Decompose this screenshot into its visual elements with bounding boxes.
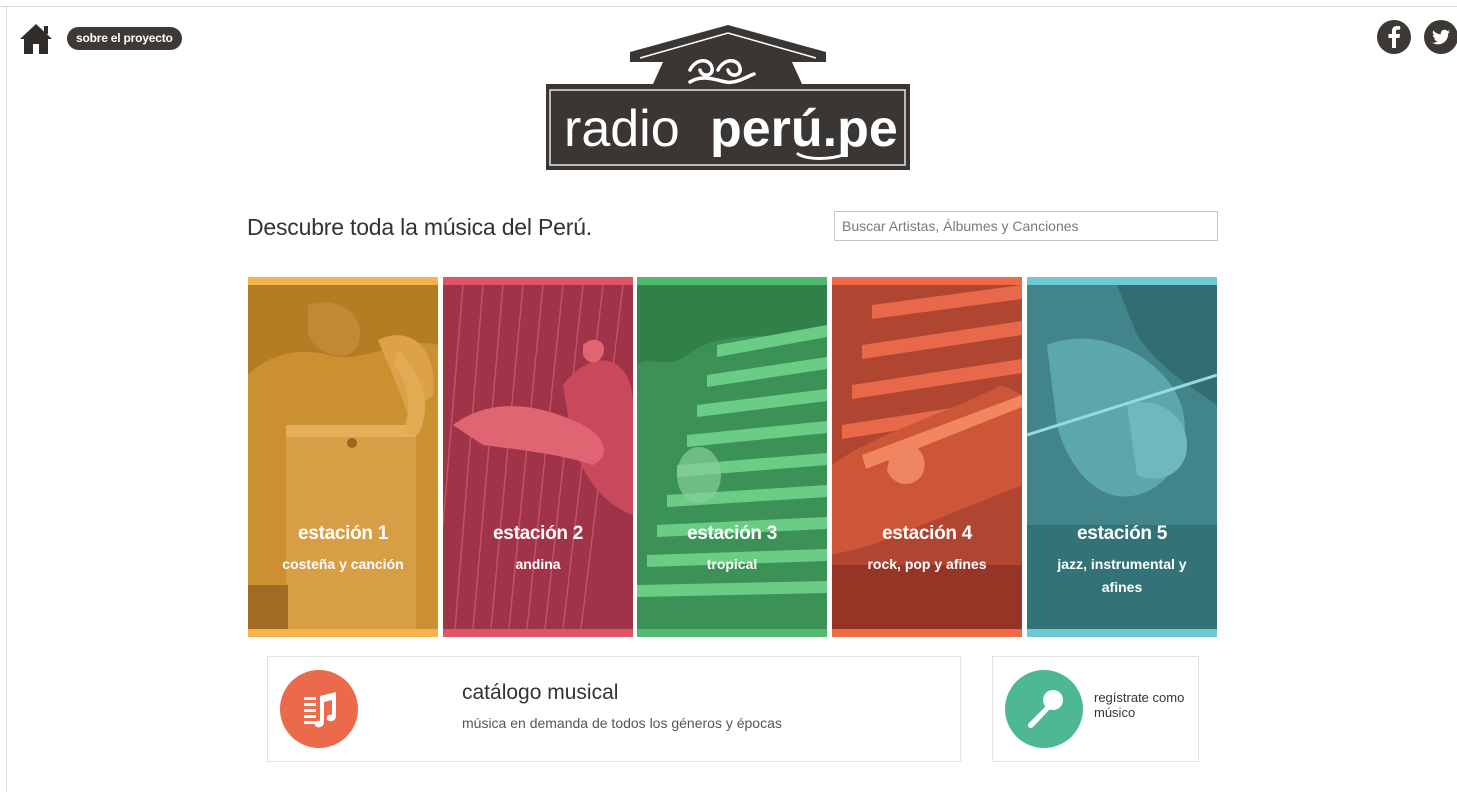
station-card-2[interactable]: estación 2 andina	[443, 277, 633, 637]
logo-text-bold: perú.pe	[710, 100, 898, 158]
station-name: estación 2	[493, 523, 583, 544]
music-catalog-icon	[280, 670, 358, 748]
station-card-3[interactable]: estación 3 tropical	[637, 277, 827, 637]
register-label: regístrate como músico	[1094, 690, 1185, 720]
station-accent-bar	[832, 629, 1022, 637]
home-icon[interactable]	[18, 22, 54, 56]
station-photo-accordion	[637, 285, 827, 629]
station-card-4[interactable]: estación 4 rock, pop y afines	[832, 277, 1022, 637]
station-accent-bar	[637, 277, 827, 285]
radioperu-logo[interactable]: radio perú.pe	[540, 22, 915, 182]
station-genre: andina	[515, 556, 561, 572]
station-name: estación 4	[882, 523, 972, 544]
station-genre: costeña y canción	[282, 556, 404, 572]
facebook-icon[interactable]	[1377, 20, 1411, 54]
station-genre: jazz, instrumental y afines	[1057, 556, 1187, 595]
station-photo-harp	[443, 285, 633, 629]
catalog-card[interactable]: catálogo musical música en demanda de to…	[267, 656, 961, 762]
twitter-icon[interactable]	[1424, 20, 1457, 54]
register-musician-card[interactable]: regístrate como músico	[992, 656, 1199, 762]
station-card-5[interactable]: estación 5 jazz, instrumental y afines	[1027, 277, 1217, 637]
catalog-subtitle: música en demanda de todos los géneros y…	[462, 715, 782, 731]
station-genre: tropical	[706, 556, 758, 572]
station-accent-bar	[443, 629, 633, 637]
logo-text-light: radio	[564, 100, 680, 158]
station-accent-bar	[1027, 277, 1217, 285]
about-project-link[interactable]: sobre el proyecto	[67, 27, 182, 50]
station-accent-bar	[1027, 629, 1217, 637]
station-accent-bar	[443, 277, 633, 285]
page-frame-left	[6, 6, 7, 792]
page-tagline: Descubre toda la música del Perú.	[247, 214, 592, 240]
station-accent-bar	[248, 277, 438, 285]
search-input[interactable]	[834, 211, 1218, 241]
station-photo-cajon	[248, 285, 438, 629]
station-name: estación 3	[687, 523, 777, 544]
microphone-icon	[1005, 670, 1083, 748]
station-grid: estación 1 costeña y canción estación 2 …	[248, 277, 1218, 637]
station-photo-guitar	[832, 285, 1022, 629]
station-accent-bar	[637, 629, 827, 637]
station-name: estación 5	[1077, 523, 1167, 544]
page-frame-top	[0, 6, 1457, 7]
catalog-title: catálogo musical	[462, 681, 619, 704]
station-genre: rock, pop y afines	[867, 556, 987, 572]
station-name: estación 1	[298, 523, 388, 544]
station-accent-bar	[832, 277, 1022, 285]
station-accent-bar	[248, 629, 438, 637]
station-card-1[interactable]: estación 1 costeña y canción	[248, 277, 438, 637]
